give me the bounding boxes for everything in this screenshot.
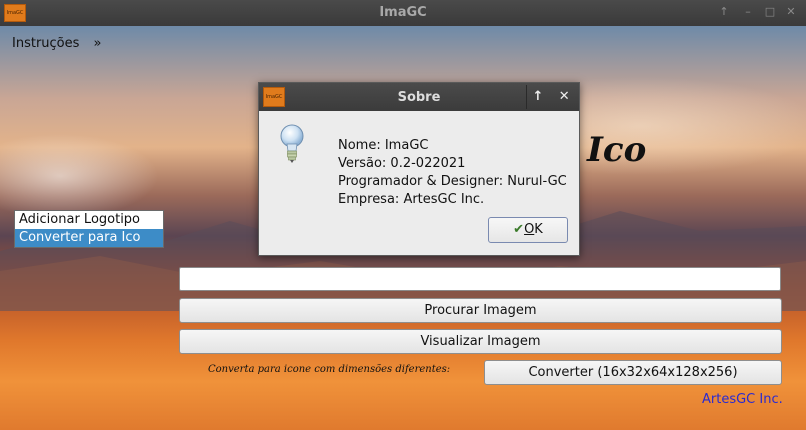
about-company-line: Empresa: ArtesGC Inc.: [338, 192, 485, 207]
mode-list: Adicionar Logotipo Converter para Ico: [14, 210, 164, 248]
lightbulb-icon: [280, 124, 304, 163]
window-title: ImaGC: [379, 5, 427, 20]
view-image-button[interactable]: Visualizar Imagem: [179, 329, 782, 354]
panel-heading: Ico: [587, 130, 647, 170]
convert-hint: Converta para icone com dimensões difere…: [208, 364, 451, 375]
dialog-titlebar[interactable]: ImaGC Sobre ↑ ✕: [259, 83, 579, 111]
dialog-up-icon[interactable]: ↑: [527, 85, 549, 109]
browse-image-button[interactable]: Procurar Imagem: [179, 298, 782, 323]
main-window: ImaGC ImaGC ↑ – □ ✕ Instruções » Adicion…: [0, 0, 806, 430]
menu-more-icon[interactable]: »: [94, 36, 102, 51]
about-developer-line: Programador & Designer: Nurul-GC: [338, 174, 567, 189]
list-item-add-logo[interactable]: Adicionar Logotipo: [15, 211, 163, 229]
window-close-icon[interactable]: ✕: [784, 5, 798, 19]
window-maximize-icon[interactable]: □: [763, 5, 777, 19]
window-titlebar[interactable]: ImaGC ImaGC ↑ – □ ✕: [0, 0, 806, 26]
about-dialog: ImaGC Sobre ↑ ✕ Nome: ImaGC Versão: 0.2-…: [258, 82, 580, 256]
image-path-field[interactable]: [179, 267, 781, 291]
dialog-controls: ↑ ✕: [526, 85, 577, 109]
ok-button[interactable]: ✔OK: [488, 217, 568, 243]
about-info: Nome: ImaGC Versão: 0.2-022021 Programad…: [338, 137, 567, 209]
company-label: ArtesGC Inc.: [702, 392, 783, 407]
window-up-icon[interactable]: ↑: [717, 5, 731, 19]
menu-instructions[interactable]: Instruções: [12, 36, 79, 51]
menu-bar: Instruções »: [12, 36, 112, 51]
convert-button[interactable]: Converter (16x32x64x128x256): [484, 360, 782, 385]
dialog-close-icon[interactable]: ✕: [553, 85, 575, 109]
about-name-line: Nome: ImaGC: [338, 138, 429, 153]
ok-label-mnemonic: O: [524, 222, 535, 237]
list-item-convert-ico[interactable]: Converter para Ico: [15, 229, 163, 247]
about-version-line: Versão: 0.2-022021: [338, 156, 466, 171]
ok-label-rest: K: [534, 222, 543, 237]
window-minimize-icon[interactable]: –: [741, 5, 755, 19]
ok-check-icon: ✔: [513, 222, 525, 237]
